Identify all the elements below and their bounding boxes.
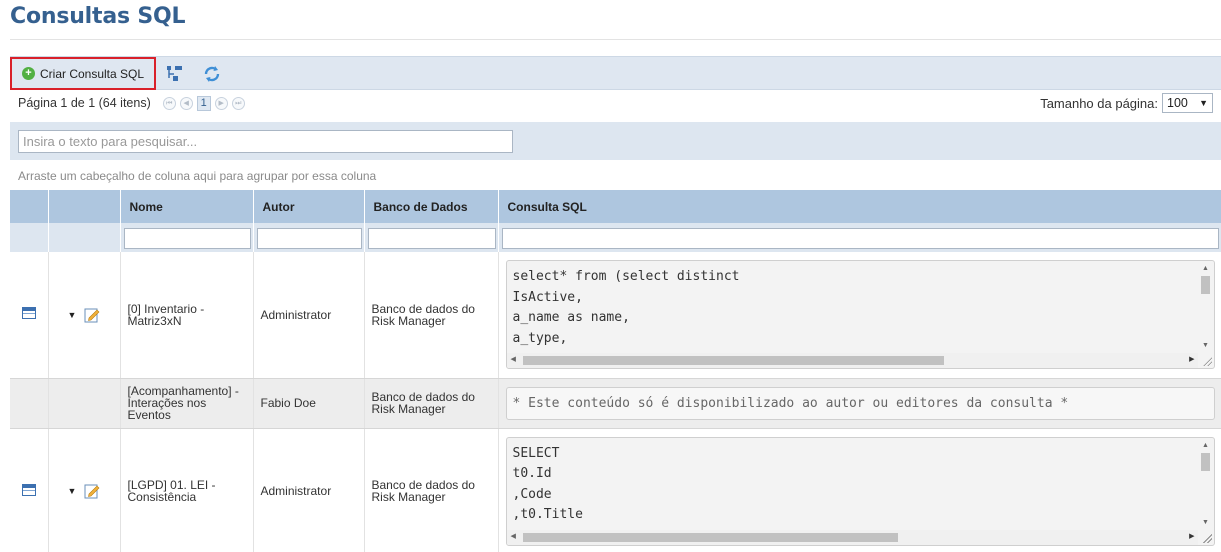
vertical-scrollbar[interactable]: ▲ ▼ — [1199, 263, 1213, 352]
row-author: Administrator — [253, 252, 365, 379]
page-size-select[interactable]: 100 ▼ — [1162, 93, 1213, 113]
filter-author-input[interactable] — [256, 228, 362, 249]
next-page-icon[interactable]: ▶ — [214, 96, 228, 110]
toolbar: + Criar Consulta SQL — [10, 56, 1221, 90]
add-icon: + — [22, 67, 35, 80]
column-header-select — [10, 190, 49, 223]
chevron-down-icon: ▼ — [1199, 98, 1208, 108]
page-size-label: Tamanho da página: — [1040, 95, 1158, 111]
page-size-value: 100 — [1167, 96, 1188, 110]
current-page-button[interactable]: 1 — [196, 95, 211, 111]
page-size: Tamanho da página: 100 ▼ — [1040, 93, 1213, 113]
column-header-sql[interactable]: Consulta SQL — [498, 190, 1221, 223]
column-header-name[interactable]: Nome — [120, 190, 254, 223]
resize-grip-icon[interactable] — [1201, 532, 1212, 543]
filter-row — [10, 223, 1221, 252]
column-header-author[interactable]: Autor — [253, 190, 365, 223]
sql-textarea[interactable]: SELECT t0.Id ,Code ,t0.Title , , ▲▼ ◀▶ — [505, 436, 1215, 546]
row-name: [LGPD] 01. LEI - Consistência — [120, 428, 254, 552]
prev-page-icon[interactable]: ◀ — [179, 96, 193, 110]
filter-sql-input[interactable] — [501, 228, 1219, 249]
sql-restricted-notice: * Este conteúdo só é disponibilizado ao … — [505, 386, 1215, 420]
row-name: [Acompanhamento] - Interações nos Evento… — [120, 378, 254, 429]
row-database: Banco de dados do Risk Manager — [364, 378, 499, 429]
pager-summary: Página 1 de 1 (64 itens) — [18, 96, 151, 110]
last-page-icon[interactable]: ⏭ — [231, 96, 245, 110]
table-row[interactable]: [Acompanhamento] - Interações nos Evento… — [10, 378, 1221, 429]
edit-icon[interactable] — [84, 307, 100, 323]
row-database: Banco de dados do Risk Manager — [364, 252, 499, 379]
view-results-icon[interactable] — [21, 483, 36, 496]
row-database: Banco de dados do Risk Manager — [364, 428, 499, 552]
row-name: [0] Inventario - Matriz3xN — [120, 252, 254, 379]
title-divider — [10, 39, 1221, 40]
create-sql-query-button[interactable]: + Criar Consulta SQL — [10, 57, 156, 90]
pager: Página 1 de 1 (64 itens) ⏮ ◀ 1 ▶ ⏭ — [18, 95, 245, 111]
horizontal-scrollbar[interactable]: ◀ ▶ — [506, 529, 1198, 545]
row-menu-dropdown-icon[interactable]: ▼ — [68, 310, 77, 320]
edit-icon[interactable] — [84, 483, 100, 499]
sql-textarea[interactable]: select* from (select distinct IsActive, … — [505, 260, 1215, 370]
row-author: Administrator — [253, 428, 365, 552]
filter-name-input[interactable] — [123, 228, 251, 249]
refresh-icon[interactable] — [203, 65, 221, 83]
search-panel — [10, 122, 1221, 160]
first-page-icon[interactable]: ⏮ — [162, 96, 176, 110]
column-header-database[interactable]: Banco de Dados — [364, 190, 499, 223]
row-author: Fabio Doe — [253, 378, 365, 429]
table-row[interactable]: ▼ [LGPD] 01. LEI - Consistência Administ… — [10, 428, 1221, 552]
row-menu-dropdown-icon[interactable]: ▼ — [68, 486, 77, 496]
horizontal-scrollbar[interactable]: ◀ ▶ — [506, 353, 1198, 369]
page-title: Consultas SQL — [10, 4, 186, 29]
vertical-scrollbar[interactable]: ▲ ▼ — [1199, 440, 1213, 529]
search-input[interactable] — [18, 130, 513, 153]
filter-database-input[interactable] — [367, 228, 496, 249]
hierarchy-icon[interactable] — [166, 65, 184, 83]
resize-grip-icon[interactable] — [1201, 356, 1212, 367]
create-sql-query-label: Criar Consulta SQL — [40, 66, 145, 81]
table-row[interactable]: ▼ [0] Inventario - Matriz3xN Administrat… — [10, 252, 1221, 379]
sql-queries-grid: Nome Autor Banco de Dados Consulta SQL ▼ — [10, 190, 1221, 552]
view-results-icon[interactable] — [21, 307, 36, 320]
column-header-actions — [48, 190, 121, 223]
group-panel-hint: Arraste um cabeçalho de coluna aqui para… — [18, 169, 377, 183]
